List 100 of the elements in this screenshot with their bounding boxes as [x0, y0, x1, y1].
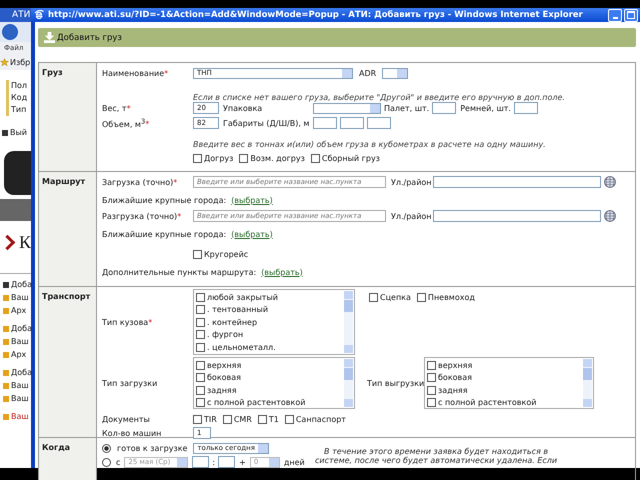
menu-link[interactable]: Ваш [11, 381, 29, 390]
checkbox[interactable] [193, 154, 202, 162]
checkbox-label: боковая [207, 373, 241, 382]
street-input[interactable] [433, 210, 601, 222]
bullet-icon [3, 282, 9, 288]
checkbox[interactable] [193, 414, 202, 424]
menu-link[interactable]: Арх [11, 350, 26, 359]
length-input[interactable] [313, 117, 337, 129]
menu-link[interactable]: Доба [11, 324, 31, 333]
checkbox[interactable] [222, 414, 232, 424]
checkbox[interactable] [239, 154, 248, 162]
checkbox[interactable] [196, 373, 205, 382]
body-type-list[interactable]: любой закрытый . тентованный . контейнер . фургон . цельнометалл. [193, 289, 355, 355]
checkbox[interactable] [427, 373, 436, 382]
radio-button[interactable] [102, 444, 111, 452]
bullet-icon [3, 352, 9, 358]
field-label: Габариты (Д/Ш/В), м [223, 118, 310, 128]
menu-link[interactable]: Доба [11, 280, 31, 289]
section-label: Маршрут [39, 172, 97, 286]
scrollbar[interactable] [344, 359, 353, 407]
checkbox[interactable] [196, 305, 205, 314]
checkbox-label: . тентованный [207, 305, 268, 314]
checkbox-label: . контейнер [207, 318, 258, 327]
globe-icon[interactable] [604, 176, 616, 188]
bullet-icon [3, 308, 9, 314]
star-icon [0, 58, 9, 66]
choose-link[interactable]: (выбрать) [231, 230, 273, 238]
field-label: Палет, шт. [384, 104, 430, 112]
bullet-icon [3, 414, 9, 420]
bullet-icon [3, 370, 9, 376]
scrollbar[interactable] [344, 291, 353, 353]
menu-link[interactable]: Ваш [11, 293, 29, 302]
checkbox[interactable] [193, 250, 202, 258]
checkbox[interactable] [258, 414, 267, 424]
checkbox[interactable] [427, 398, 436, 408]
choose-link[interactable]: (выбрать) [261, 268, 303, 276]
pallets-input[interactable] [432, 102, 456, 114]
checkbox-label: Догруз [204, 154, 234, 162]
hint-text: Введите вес в тоннах и(или) объем груза в кубометрах в расчете на одну машину. [192, 140, 547, 149]
checkbox[interactable] [196, 292, 205, 302]
checkbox-label: верхняя [438, 360, 472, 370]
checkbox-label: Возм. догруз [250, 154, 305, 162]
radio-button[interactable] [102, 458, 111, 466]
days-label: дней [284, 458, 305, 466]
exit-link[interactable]: Вый [10, 128, 28, 137]
loading-type-list[interactable]: верхняя боковая задняя с полной растентовкой [193, 357, 355, 409]
hour-input[interactable] [192, 456, 210, 468]
field-label: Код [11, 92, 28, 104]
field-label: Разгрузка (точно)* [102, 212, 182, 220]
width-input[interactable] [340, 117, 364, 129]
bullet-icon [3, 294, 9, 300]
scrollbar[interactable] [583, 359, 592, 407]
adr-select[interactable] [382, 68, 408, 78]
globe-icon[interactable] [604, 210, 616, 222]
checkbox[interactable] [310, 154, 320, 162]
radio-label: готов к загрузке [117, 444, 188, 452]
checkbox[interactable] [196, 386, 205, 395]
checkbox[interactable] [416, 292, 426, 302]
bullet-icon [3, 396, 9, 402]
field-label: Упаковка [223, 104, 264, 112]
field-label: Пол [11, 80, 28, 92]
checkbox[interactable] [196, 360, 205, 370]
header-title: Добавить груз [57, 32, 122, 42]
menu-link[interactable]: Ваш [11, 412, 29, 421]
field-label: Загрузка (точно)* [102, 178, 178, 186]
bullet-icon [2, 130, 8, 136]
checkbox[interactable] [196, 330, 205, 340]
checkbox[interactable] [369, 292, 378, 302]
menu-link[interactable]: Арх [11, 306, 26, 315]
bullet-icon [3, 338, 9, 344]
checkbox-label: любой закрытый [207, 292, 278, 302]
field-label: Объем, м$^{3}$* [102, 117, 150, 129]
height-input[interactable] [367, 117, 391, 129]
checkbox[interactable] [427, 386, 436, 395]
menu-link[interactable]: Доба [11, 368, 31, 377]
checkbox[interactable] [196, 398, 205, 408]
belts-input[interactable] [514, 102, 538, 114]
maximize-button[interactable] [624, 8, 638, 22]
street-input[interactable] [433, 176, 601, 188]
radio-label: с [116, 458, 120, 466]
checkbox[interactable] [196, 342, 205, 352]
back-button[interactable] [2, 24, 18, 40]
minute-input[interactable] [218, 456, 236, 468]
checkbox[interactable] [196, 318, 205, 327]
checkbox[interactable] [427, 360, 436, 370]
checkbox[interactable] [284, 414, 294, 424]
checkbox-label: Сборный груз [322, 154, 380, 162]
checkbox-label: T1 [268, 414, 279, 424]
field-label: Ближайшие крупные города: [102, 230, 226, 238]
window-title: АТИ [0, 8, 31, 22]
checkbox-label: Пневмоход [428, 292, 475, 302]
browser-icon [34, 10, 44, 20]
field-label: Кол-во машин [102, 428, 162, 438]
menu-link[interactable]: Ваш [11, 337, 29, 346]
minimize-button[interactable] [608, 8, 622, 22]
menu-link[interactable]: Ваш [11, 394, 29, 403]
unloading-type-list[interactable]: верхняя боковая задняя с полной растентовкой [424, 357, 594, 409]
choose-link[interactable]: (выбрать) [231, 196, 273, 204]
time-separator: : [212, 458, 216, 466]
packaging-select[interactable] [313, 102, 381, 114]
